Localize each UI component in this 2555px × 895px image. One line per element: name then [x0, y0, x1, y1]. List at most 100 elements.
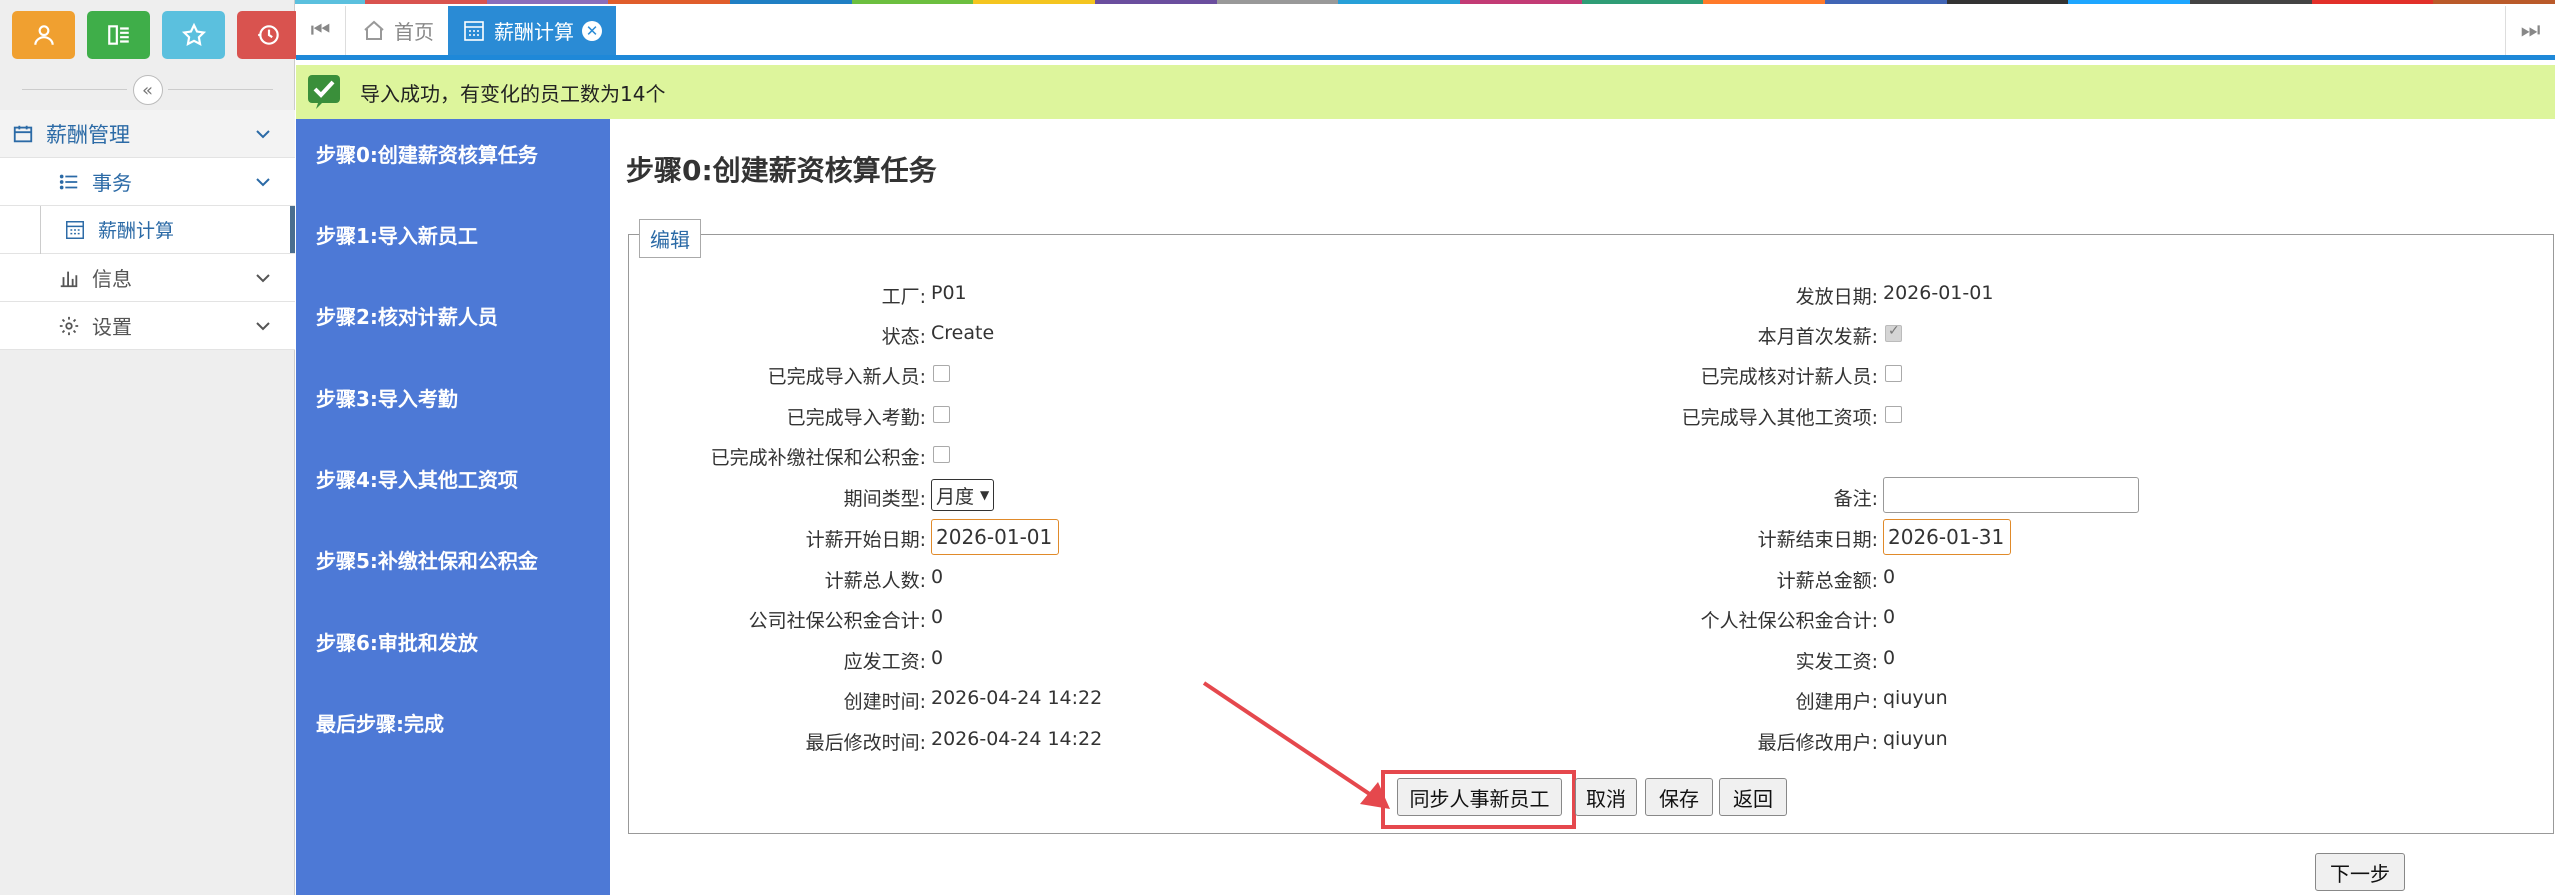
- first-pay-label: 本月首次发薪:: [1757, 326, 1878, 348]
- created-time-value: 2026-04-24 14:22: [931, 687, 1103, 709]
- tree-line: [40, 206, 41, 254]
- menu-item-label: 设置: [92, 315, 132, 339]
- chevron-down-icon: [256, 178, 270, 187]
- sidebar-menu: 薪酬管理 事务 薪酬计算 信息 设置: [0, 110, 295, 350]
- color-strip-segment: [1460, 0, 1582, 4]
- first-pay-checkbox: [1885, 323, 1902, 342]
- pay-date-label: 发放日期:: [1795, 286, 1878, 308]
- step-0[interactable]: 步骤0:创建薪资核算任务: [316, 139, 538, 168]
- next-step-button[interactable]: 下一步: [2315, 853, 2405, 891]
- chevron-down-icon: [256, 130, 270, 139]
- menu-item-label: 事务: [92, 171, 132, 195]
- menu-item-settings[interactable]: 设置: [0, 302, 295, 350]
- pay-date-value: 2026-01-01: [1883, 282, 1994, 304]
- cancel-button[interactable]: 取消: [1575, 778, 1637, 816]
- color-strip-segment: [2433, 0, 2555, 4]
- tab-scroll-right-button[interactable]: ⏭: [2505, 6, 2555, 55]
- back-button[interactable]: 返回: [1719, 778, 1787, 816]
- main-content: 步骤0:创建薪资核算任务 编辑 工厂: P01 发放日期: 2026-01-01…: [610, 119, 2555, 895]
- start-date-input[interactable]: 2026-01-01: [931, 519, 1059, 555]
- new-emp-checkbox[interactable]: [933, 365, 950, 382]
- collapse-sidebar-button[interactable]: «: [132, 75, 163, 105]
- success-notice: 导入成功，有变化的员工数为14个: [296, 65, 2555, 119]
- active-indicator: [290, 206, 295, 253]
- gross-value: 0: [931, 647, 944, 669]
- net-label: 实发工资:: [1795, 651, 1878, 673]
- total-amount-label: 计薪总金额:: [1776, 570, 1878, 592]
- sync-new-employees-button[interactable]: 同步人事新员工: [1397, 778, 1562, 816]
- total-amount-value: 0: [1883, 566, 1896, 588]
- period-type-select[interactable]: 月度 ▼: [931, 479, 995, 511]
- color-strip-segment: [2190, 0, 2312, 4]
- net-value: 0: [1883, 647, 1896, 669]
- end-date-input[interactable]: 2026-01-31: [1883, 519, 2011, 555]
- step-final[interactable]: 最后步骤:完成: [316, 708, 444, 737]
- menu-group-payroll-management[interactable]: 薪酬管理: [0, 110, 295, 158]
- bar-chart-icon: [56, 265, 82, 291]
- remark-label: 备注:: [1833, 488, 1878, 510]
- list-button[interactable]: [87, 11, 150, 59]
- calculator-icon: [62, 217, 88, 243]
- chevron-down-icon: ▼: [980, 488, 990, 502]
- color-strip-segment: [1095, 0, 1217, 4]
- color-strip-segment: [486, 0, 609, 4]
- other-items-label: 已完成导入其他工资项:: [1681, 407, 1878, 429]
- factory-value: P01: [931, 282, 967, 304]
- edit-fieldset: 编辑 工厂: P01 发放日期: 2026-01-01 状态: Create 本…: [628, 219, 2554, 834]
- social-checkbox[interactable]: [933, 446, 950, 463]
- notice-message: 导入成功，有变化的员工数为14个: [360, 81, 666, 106]
- page-title: 步骤0:创建薪资核算任务: [626, 154, 937, 187]
- modified-user-label: 最后修改用户:: [1757, 732, 1878, 754]
- user-button[interactable]: [12, 11, 75, 59]
- tab-scroll-left-button[interactable]: ⏮: [296, 6, 346, 55]
- user-icon: [33, 25, 54, 45]
- sidebar-collapse-row: «: [0, 70, 295, 110]
- remark-input[interactable]: [1883, 477, 2139, 513]
- total-people-value: 0: [931, 566, 944, 588]
- divider: [22, 89, 127, 90]
- tab-home[interactable]: 首页: [348, 6, 449, 55]
- color-strip-segment: [608, 0, 731, 4]
- top-color-strip: [0, 0, 2555, 4]
- personal-social-value: 0: [1883, 606, 1896, 628]
- created-user-value: qiuyun: [1883, 687, 1948, 709]
- favorites-button[interactable]: [162, 11, 225, 59]
- attendance-label: 已完成导入考勤:: [786, 407, 926, 429]
- close-icon[interactable]: ✕: [582, 20, 602, 41]
- company-social-label: 公司社保公积金合计:: [748, 610, 926, 632]
- color-strip-segment: [2068, 0, 2191, 4]
- social-label: 已完成补缴社保和公积金:: [710, 447, 926, 469]
- status-label: 状态:: [881, 326, 926, 348]
- modified-time-value: 2026-04-24 14:22: [931, 728, 1103, 750]
- attendance-checkbox[interactable]: [933, 406, 950, 423]
- color-strip-segment: [1581, 0, 1704, 4]
- color-strip-segment: [1703, 0, 1826, 4]
- menu-item-label: 信息: [92, 267, 132, 291]
- tab-payroll-calc[interactable]: 薪酬计算 ✕: [448, 6, 616, 55]
- period-type-label: 期间类型:: [843, 488, 926, 510]
- step-1[interactable]: 步骤1:导入新员工: [316, 220, 478, 249]
- new-emp-label: 已完成导入新人员:: [767, 366, 926, 388]
- fieldset-legend: 编辑: [639, 219, 701, 258]
- history-button[interactable]: [237, 11, 300, 59]
- tab-bar: ⏮ 首页 薪酬计算 ✕ ⏭: [296, 6, 2555, 60]
- menu-item-payroll-calc[interactable]: 薪酬计算: [0, 206, 295, 254]
- modified-time-label: 最后修改时间:: [805, 732, 926, 754]
- color-strip-segment: [973, 0, 1096, 4]
- menu-item-label: 薪酬计算: [98, 220, 175, 242]
- end-date-label: 计薪结束日期:: [1757, 529, 1878, 551]
- double-arrow-right-icon: ⏭: [2520, 18, 2541, 43]
- color-strip-segment: [1825, 0, 1947, 4]
- menu-item-info[interactable]: 信息: [0, 254, 295, 302]
- tab-label: 首页: [394, 20, 434, 44]
- list-bullets-icon: [56, 169, 82, 195]
- other-items-checkbox[interactable]: [1885, 406, 1902, 423]
- save-button[interactable]: 保存: [1645, 778, 1713, 816]
- menu-item-affairs[interactable]: 事务: [0, 158, 295, 206]
- start-date-label: 计薪开始日期:: [805, 529, 926, 551]
- star-icon: [181, 22, 206, 46]
- color-strip-segment: [730, 0, 852, 4]
- gross-label: 应发工资:: [843, 651, 926, 673]
- gear-icon: [56, 313, 82, 339]
- check-emp-checkbox[interactable]: [1885, 365, 1902, 382]
